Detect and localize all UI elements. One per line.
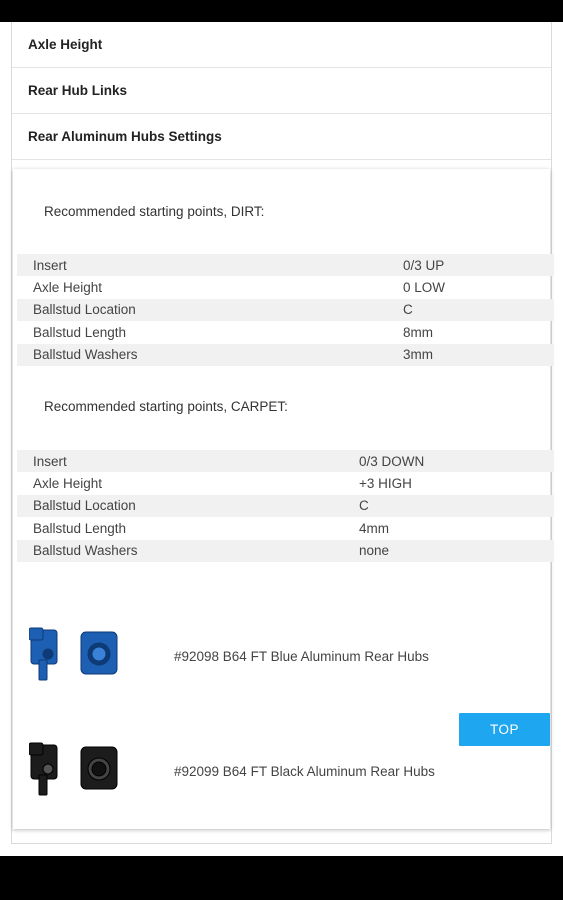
spec-label: Axle Height — [33, 280, 103, 296]
accordion-label: Rear Aluminum Hubs Settings — [28, 129, 222, 144]
table-row: Ballstud Washers none — [17, 539, 554, 562]
table-row: Axle Height 0 LOW — [17, 276, 554, 298]
accordion-panel-content: Recommended starting points, DIRT: Inser… — [13, 169, 554, 829]
accordion-header-axle-height[interactable]: Axle Height — [12, 22, 551, 68]
product-item-black-hubs[interactable]: #92099 B64 FT Black Aluminum Rear Hubs — [29, 739, 549, 799]
table-row: Insert 0/3 UP — [17, 254, 554, 277]
spec-value: +3 HIGH — [359, 476, 412, 492]
spec-value: 0 LOW — [403, 280, 446, 296]
accordion-header-rear-hub-links[interactable]: Rear Hub Links — [12, 68, 551, 114]
spec-value: 4mm — [359, 520, 389, 536]
product-name: #92099 B64 FT Black Aluminum Rear Hubs — [174, 764, 435, 779]
table-row: Axle Height +3 HIGH — [17, 472, 554, 494]
spec-value: none — [359, 543, 390, 559]
carpet-spec-table: Insert 0/3 DOWN Axle Height +3 HIGH Ball… — [17, 450, 554, 562]
spec-label: Ballstud Length — [33, 520, 127, 536]
dirt-section-title: Recommended starting points, DIRT: — [44, 204, 265, 219]
status-bar — [0, 0, 563, 22]
product-item-blue-hubs[interactable]: #92098 B64 FT Blue Aluminum Rear Hubs — [29, 624, 549, 684]
accordion-card: Axle Height Rear Hub Links Rear Aluminum… — [11, 22, 554, 844]
spec-value: 3mm — [403, 347, 433, 363]
spec-value: C — [403, 302, 413, 318]
dirt-spec-table: Insert 0/3 UP Axle Height 0 LOW Ballstud… — [17, 254, 554, 366]
spec-label: Ballstud Location — [33, 302, 136, 318]
accordion-label: Rear Hub Links — [28, 83, 128, 98]
spec-label: Insert — [33, 257, 67, 273]
accordion-header-rear-aluminum-hubs-settings[interactable]: Rear Aluminum Hubs Settings — [12, 114, 551, 160]
blue-hub-image — [29, 627, 118, 681]
spec-value: 8mm — [403, 324, 433, 340]
black-hub-image — [29, 742, 118, 796]
table-row: Ballstud Location C — [17, 494, 554, 518]
table-row: Insert 0/3 DOWN — [17, 450, 554, 473]
table-row: Ballstud Length 4mm — [17, 517, 554, 539]
spec-label: Insert — [33, 453, 67, 469]
navigation-bar — [0, 856, 563, 900]
spec-label: Ballstud Length — [33, 324, 127, 340]
divider — [12, 830, 551, 831]
spec-label: Ballstud Washers — [33, 347, 138, 363]
spec-value: 0/3 UP — [403, 257, 445, 273]
spec-value: C — [359, 498, 369, 514]
carpet-section-title: Recommended starting points, CARPET: — [44, 399, 288, 414]
spec-label: Axle Height — [33, 476, 103, 492]
spec-label: Ballstud Location — [33, 498, 136, 514]
table-row: Ballstud Location C — [17, 298, 554, 322]
product-name: #92098 B64 FT Blue Aluminum Rear Hubs — [174, 649, 429, 664]
accordion-label: Axle Height — [28, 37, 103, 52]
table-row: Ballstud Washers 3mm — [17, 343, 554, 366]
spec-value: 0/3 DOWN — [359, 453, 425, 469]
table-row: Ballstud Length 8mm — [17, 321, 554, 343]
spec-label: Ballstud Washers — [33, 543, 138, 559]
